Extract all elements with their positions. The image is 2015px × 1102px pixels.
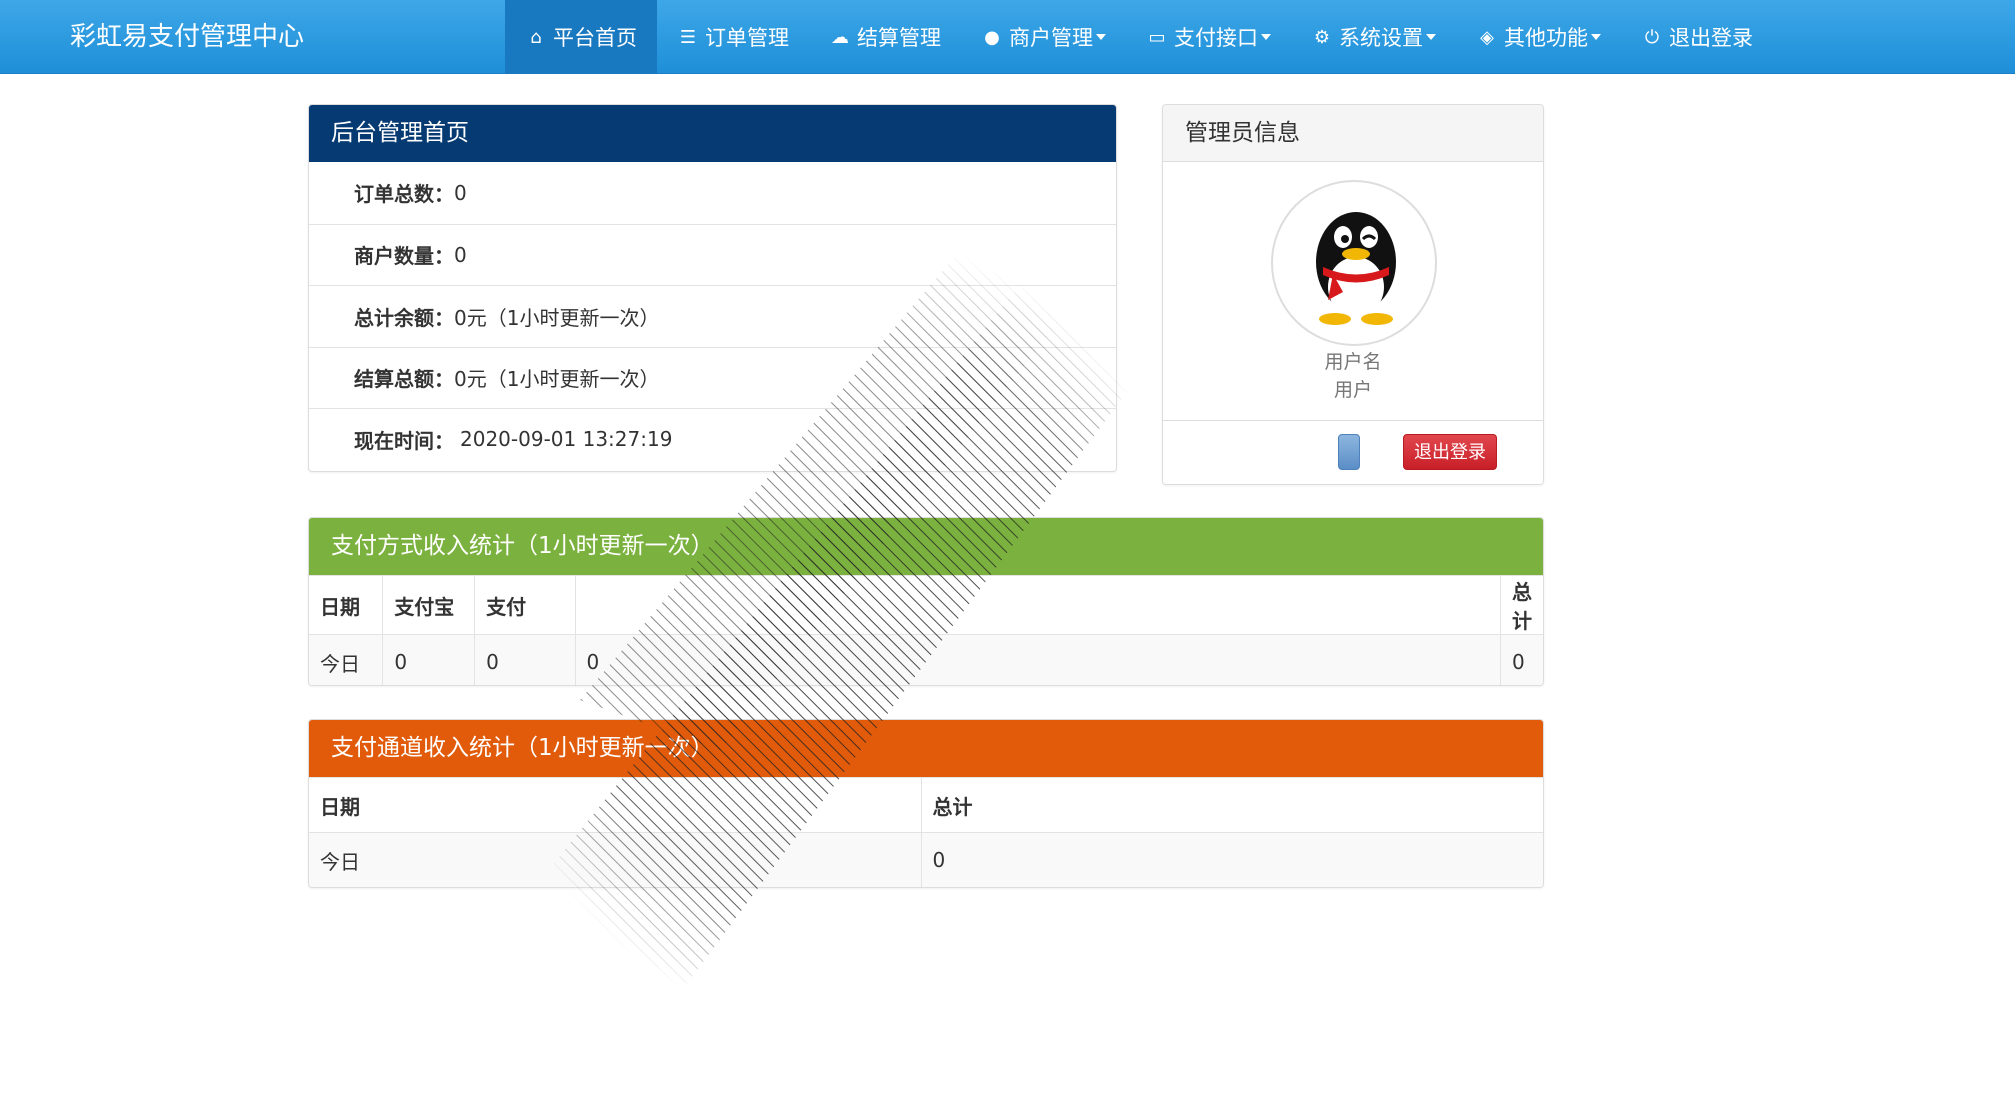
stat-value: 0 bbox=[454, 180, 467, 205]
stat-label: 订单总数： bbox=[354, 182, 454, 207]
avatar bbox=[1271, 180, 1437, 346]
overview-stat-row: 订单总数： 0 bbox=[309, 162, 1116, 224]
stat-label: 商户数量： bbox=[354, 244, 454, 269]
pay-method-table: 日期 支付宝 支付 总计 今日 0 0 0 0 bbox=[309, 575, 1543, 685]
credit-card-icon: ▭ bbox=[1148, 26, 1166, 48]
nav-item-label: 商户管理 bbox=[1009, 26, 1093, 50]
pay-channel-table: 日期 总计 今日 0 bbox=[309, 777, 1543, 887]
table-cell: 今日 bbox=[309, 634, 384, 685]
table-cell: 今日 bbox=[309, 832, 922, 887]
stat-value: 2020-09-01 13:27:19 bbox=[460, 427, 673, 452]
table-cell: 0 bbox=[1500, 634, 1543, 685]
overview-stat-row: 总计余额： 0元（1小时更新一次） bbox=[309, 285, 1116, 347]
stat-value: 0元（1小时更新一次） bbox=[454, 305, 660, 330]
brand-title[interactable]: 彩虹易支付管理中心 bbox=[70, 0, 304, 74]
logout-button[interactable]: 退出登录 bbox=[1403, 434, 1497, 470]
caret-down-icon bbox=[1426, 34, 1436, 40]
admin-edit-button[interactable] bbox=[1338, 434, 1360, 470]
top-navbar: 彩虹易支付管理中心 ⌂ 平台首页 ☰ 订单管理 ☁ 结算管理 ● 商户管理 ▭ 支付接口 ⚙ 系统设置… bbox=[0, 0, 2015, 74]
table-header-cell: 日期 bbox=[309, 777, 922, 833]
stat-value: 0元（1小时更新一次） bbox=[454, 367, 660, 392]
caret-down-icon bbox=[1261, 34, 1271, 40]
caret-down-icon bbox=[1591, 34, 1601, 40]
table-header-cell: 总计 bbox=[1500, 575, 1543, 635]
nav-item-4[interactable]: ▭ 支付接口 bbox=[1126, 0, 1291, 74]
table-header-cell bbox=[575, 575, 1501, 635]
admin-panel-title: 管理员信息 bbox=[1163, 105, 1543, 162]
admin-hint-text bbox=[1221, 434, 1241, 470]
pay-channel-stats-panel: 支付通道收入统计（1小时更新一次） 日期 总计 今日 0 bbox=[308, 719, 1544, 888]
admin-username: 用户名 bbox=[1324, 351, 1382, 373]
nav-item-label: 系统设置 bbox=[1339, 26, 1423, 50]
caret-down-icon bbox=[1096, 34, 1106, 40]
pay-method-title: 支付方式收入统计（1小时更新一次） bbox=[309, 518, 1543, 575]
nav-item-label: 结算管理 bbox=[857, 26, 941, 50]
table-cell: 0 bbox=[921, 832, 1543, 887]
nav-item-6[interactable]: ◈ 其他功能 bbox=[1456, 0, 1621, 74]
gear-icon: ⚙ bbox=[1313, 26, 1331, 48]
nav-item-7[interactable]: ⏻ 退出登录 bbox=[1621, 0, 1773, 74]
nav-item-label: 支付接口 bbox=[1174, 26, 1258, 50]
qq-penguin-icon bbox=[1316, 212, 1396, 325]
pay-channel-title: 支付通道收入统计（1小时更新一次） bbox=[309, 720, 1543, 777]
nav-item-label: 其他功能 bbox=[1504, 26, 1588, 50]
overview-stat-row: 现在时间： 2020-09-01 13:27:19 bbox=[309, 408, 1116, 470]
table-row: 今日 0 bbox=[309, 832, 1543, 887]
nav-item-5[interactable]: ⚙ 系统设置 bbox=[1291, 0, 1456, 74]
table-cell: 0 bbox=[575, 634, 1501, 685]
overview-stat-row: 结算总额： 0元（1小时更新一次） bbox=[309, 346, 1116, 409]
nav-item-3[interactable]: ● 商户管理 bbox=[961, 0, 1126, 74]
nav-item-label: 订单管理 bbox=[705, 26, 789, 50]
nav-item-1[interactable]: ☰ 订单管理 bbox=[657, 0, 809, 74]
stat-label: 结算总额： bbox=[354, 367, 454, 392]
cloud-icon: ☁ bbox=[831, 26, 849, 48]
pay-method-stats-panel: 支付方式收入统计（1小时更新一次） 日期 支付宝 支付 总计 今日 0 0 0 0 bbox=[308, 517, 1544, 686]
table-header-cell: 支付 bbox=[474, 575, 576, 635]
overview-stat-row: 商户数量： 0 bbox=[309, 223, 1116, 286]
admin-info-panel: 管理员信息 用户名 用户 退出登录 bbox=[1162, 104, 1544, 485]
table-row: 今日 0 0 0 0 bbox=[309, 634, 1543, 685]
table-header-cell: 总计 bbox=[921, 777, 1543, 833]
admin-actions: 退出登录 bbox=[1163, 420, 1543, 484]
nav-item-0[interactable]: ⌂ 平台首页 bbox=[505, 0, 657, 74]
power-icon: ⏻ bbox=[1644, 26, 1660, 48]
table-cell: 0 bbox=[474, 634, 576, 685]
nav-item-label: 平台首页 bbox=[553, 26, 637, 50]
table-header-cell: 支付宝 bbox=[382, 575, 476, 635]
user-icon: ● bbox=[984, 26, 1000, 48]
nav-item-label: 退出登录 bbox=[1669, 26, 1753, 50]
stat-label: 总计余额： bbox=[354, 305, 454, 330]
overview-panel-title: 后台管理首页 bbox=[309, 105, 1116, 162]
cube-icon: ◈ bbox=[1480, 26, 1494, 48]
overview-stats: 订单总数： 0 商户数量： 0 总计余额： 0元（1小时更新一次） 结算总额： 0元（1小时更… bbox=[309, 162, 1116, 470]
stat-label: 现在时间： bbox=[354, 428, 454, 453]
stat-value: 0 bbox=[454, 242, 467, 267]
table-header-cell: 日期 bbox=[309, 575, 384, 635]
nav-item-2[interactable]: ☁ 结算管理 bbox=[809, 0, 961, 74]
overview-panel: 后台管理首页 订单总数： 0 商户数量： 0 总计余额： 0元（1小时更新一次） 结算总额：… bbox=[308, 104, 1117, 472]
list-icon: ☰ bbox=[679, 26, 697, 48]
admin-user-line: 用户 bbox=[1333, 379, 1372, 401]
home-icon: ⌂ bbox=[530, 26, 542, 48]
main-nav: ⌂ 平台首页 ☰ 订单管理 ☁ 结算管理 ● 商户管理 ▭ 支付接口 ⚙ 系统设置 ◈ 其他功能 ⏻ 退出登录 bbox=[505, 0, 1773, 74]
table-cell: 0 bbox=[382, 634, 476, 685]
